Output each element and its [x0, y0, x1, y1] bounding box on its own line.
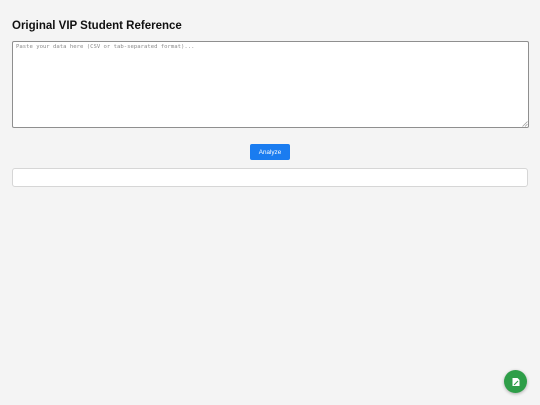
- data-input[interactable]: [12, 41, 529, 128]
- page: Original VIP Student Reference Analyze: [0, 0, 540, 405]
- analyze-button[interactable]: Analyze: [250, 144, 290, 160]
- results-panel: [12, 168, 528, 187]
- page-title: Original VIP Student Reference: [12, 20, 182, 32]
- floating-action-button[interactable]: [504, 370, 527, 393]
- resize-handle-icon[interactable]: [522, 121, 528, 127]
- edit-note-icon: [512, 377, 519, 386]
